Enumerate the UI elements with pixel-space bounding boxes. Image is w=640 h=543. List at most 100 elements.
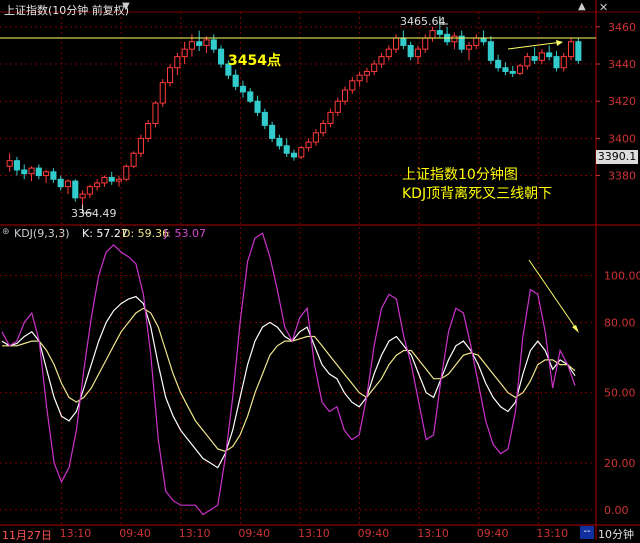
candle-body <box>385 48 392 58</box>
candle-body <box>553 56 560 69</box>
time-tick-label: 13:10 <box>60 527 92 540</box>
kdj-trend-arrowhead <box>572 325 579 333</box>
collapse-icon[interactable]: ▲ <box>578 1 586 12</box>
kdj-series[interactable] <box>1 232 576 516</box>
scroll-button[interactable]: -- <box>580 526 594 539</box>
candle-body <box>57 178 64 188</box>
low-annotation: 3364.49 <box>71 207 117 220</box>
candle-body <box>137 137 144 154</box>
candle-body <box>43 171 50 177</box>
time-tick-label: 09:40 <box>119 527 151 540</box>
chart-title: 上证指数(10分钟 前复权) <box>4 4 130 17</box>
time-tick-label: 09:40 <box>238 527 270 540</box>
price-tick-label: 3460 <box>608 21 636 34</box>
candle-body <box>538 52 545 61</box>
candle-body <box>145 123 152 139</box>
grid-lines <box>0 0 640 540</box>
candle-body <box>393 37 400 50</box>
candle-body <box>188 41 195 50</box>
close-icon[interactable]: ✕ <box>599 1 608 14</box>
candle-body <box>363 70 370 76</box>
candle-body <box>72 180 79 199</box>
candle-body <box>531 56 538 61</box>
candle-body <box>108 176 115 182</box>
high-annotation: 3465.64 <box>400 15 446 28</box>
price-trend-arrowhead <box>556 40 563 46</box>
candle-body <box>28 167 35 175</box>
candle-body <box>101 176 108 184</box>
candle-body <box>312 132 319 143</box>
candle-body <box>261 111 268 126</box>
candle-body <box>480 37 487 43</box>
candle-body <box>123 165 130 180</box>
candle-body <box>50 171 57 180</box>
candle-body <box>283 145 290 154</box>
kdj-tick-label: 50.00 <box>604 387 636 400</box>
time-tick-label: 09:40 <box>358 527 390 540</box>
candle-body <box>254 100 261 113</box>
candle-body <box>349 80 356 91</box>
candle-body <box>327 111 334 125</box>
price-tick-label: 3400 <box>608 132 636 145</box>
settings-icon[interactable]: ⊕ <box>2 227 10 237</box>
candle-body <box>181 48 188 58</box>
price-tick-label: 3440 <box>608 58 636 71</box>
candle-body <box>290 152 298 158</box>
candle-body <box>298 147 305 158</box>
candle-body <box>239 85 247 93</box>
candle-body <box>210 39 217 50</box>
time-tick-label: 13:10 <box>298 527 330 540</box>
candle-body <box>159 82 166 104</box>
kdj-tick-label: 20.00 <box>604 457 636 470</box>
time-tick-label: 13:10 <box>179 527 211 540</box>
candle-body <box>86 186 93 195</box>
candle-body <box>371 63 378 72</box>
candle-body <box>305 141 312 149</box>
time-tick-label: 13:10 <box>536 527 568 540</box>
candle-body <box>6 160 13 167</box>
candle-body <box>407 44 414 58</box>
candle-body <box>79 193 86 199</box>
candle-body <box>400 37 407 46</box>
candle-body <box>166 67 174 84</box>
chart-note-line2: KDJ顶背离死叉三线朝下 <box>402 186 553 202</box>
kdj-indicator-label: KDJ(9,3,3) <box>14 227 70 240</box>
price-tick-label: 3380 <box>608 170 636 183</box>
candle-body <box>568 41 575 58</box>
candle-body <box>35 167 42 177</box>
chart-note-line1: 上证指数10分钟图 <box>402 167 518 183</box>
kdj-tick-label: 80.00 <box>604 316 636 329</box>
kdj-trend-arrow <box>528 259 578 331</box>
candle-body <box>247 91 254 102</box>
candle-body <box>334 100 341 113</box>
kdj-line-k <box>1 295 576 469</box>
time-tick-label: 09:40 <box>477 527 509 540</box>
kdj-tick-label: 0.00 <box>604 504 629 517</box>
kdj-j-value: J: 53.07 <box>164 227 206 240</box>
candle-body <box>422 37 429 50</box>
price-axis: 3380 3400 3420 3440 3460 0.00 20.00 50.00 80.00 1… <box>60 21 640 540</box>
candle-body <box>276 137 283 147</box>
candle-body <box>502 67 509 72</box>
time-tick-label: 13:10 <box>417 527 449 540</box>
candle-body <box>356 74 363 82</box>
candle-body <box>21 169 28 175</box>
chart-canvas: 3380 3400 3420 3440 3460 0.00 20.00 50.00 80.00 1… <box>0 0 640 540</box>
candle-body <box>64 180 72 188</box>
candle-body <box>465 44 473 50</box>
candle-body <box>560 56 567 69</box>
kdj-d-value: D: 59.36 <box>122 227 170 240</box>
candle-body <box>451 35 458 43</box>
level-annotation: 3454点 <box>228 53 281 69</box>
candle-body <box>575 41 582 61</box>
candle-body <box>174 56 181 69</box>
candle-body <box>495 59 502 69</box>
candle-body <box>509 70 516 74</box>
candle-body <box>269 124 276 139</box>
candle-body <box>429 30 436 39</box>
candle-body <box>130 152 137 167</box>
candle-body <box>94 182 101 188</box>
candle-body <box>487 41 494 61</box>
candle-body <box>516 65 524 74</box>
dropdown-icon[interactable]: ▼ <box>122 1 130 12</box>
